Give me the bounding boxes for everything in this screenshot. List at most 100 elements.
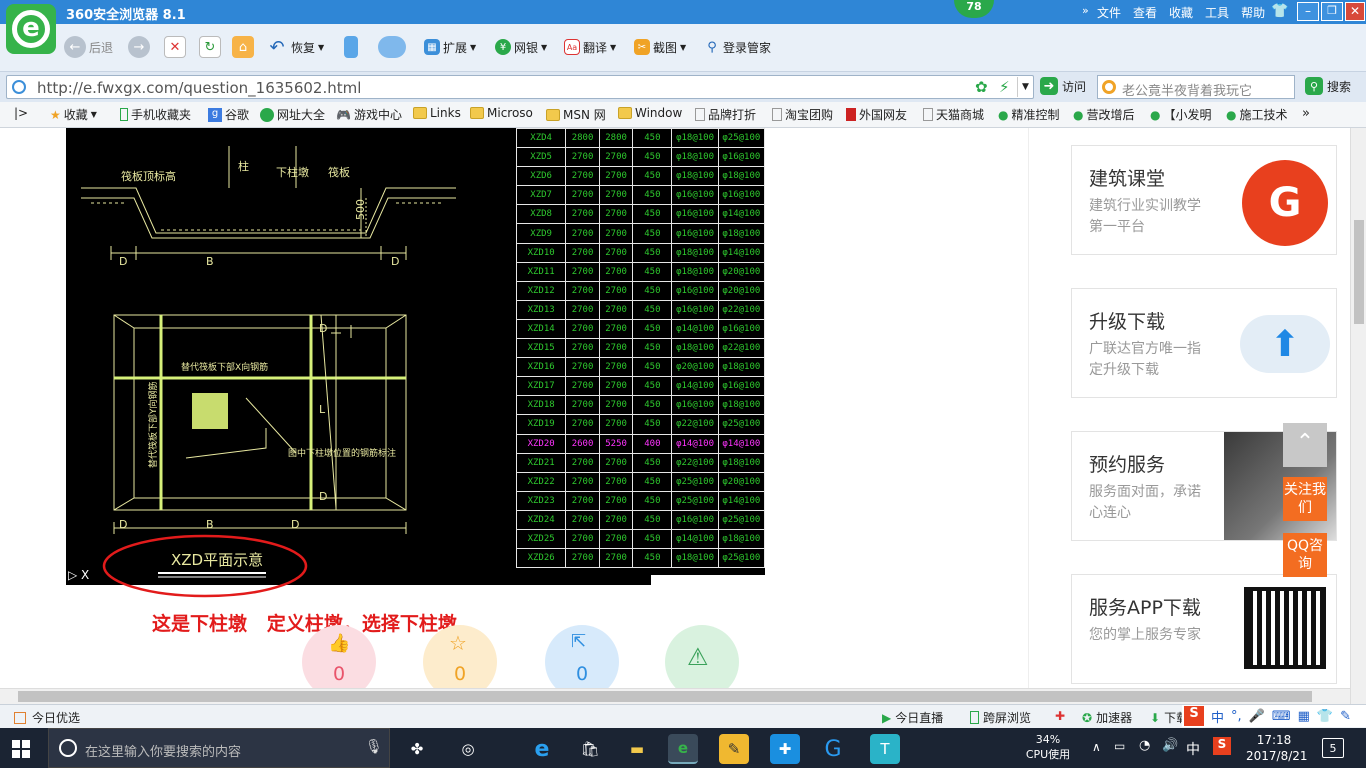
menu-help[interactable]: 帮助	[1241, 4, 1265, 21]
skin-icon[interactable]: 👕	[1271, 3, 1289, 19]
minimize-button[interactable]: –	[1297, 2, 1319, 21]
lightning-icon[interactable]: ⚡	[999, 78, 1010, 96]
follow-us-button[interactable]: 关注我们	[1283, 477, 1327, 521]
fav-microsoft[interactable]: Microso	[470, 106, 533, 120]
taskbar-app-plus-icon[interactable]: ✚	[770, 734, 800, 764]
taskbar-store-icon[interactable]: 🛍	[575, 734, 605, 764]
fav-precise[interactable]: ● 精准控制	[998, 106, 1060, 123]
label-rebar-note: 图中下柱墩位置的钢筋标注	[288, 447, 396, 459]
report-button[interactable]: ⚠	[665, 625, 739, 688]
login-manager-button[interactable]: ⚲ 登录管家	[704, 32, 771, 62]
mic-icon[interactable]: 🎙	[365, 739, 383, 755]
card-app-download[interactable]: 服务APP下载 您的掌上服务专家	[1071, 574, 1337, 684]
taskbar-360browser-icon[interactable]: e	[668, 734, 698, 764]
taskbar-glodon-icon[interactable]: G	[818, 734, 848, 764]
fav-google[interactable]: g 谷歌	[208, 106, 249, 123]
back-button[interactable]: ← 后退	[64, 32, 113, 62]
keyboard-icon: ⌨	[1271, 708, 1291, 724]
wechat-icon: ●	[1073, 107, 1084, 122]
fav-sites[interactable]: 网址大全	[260, 106, 325, 123]
home-button[interactable]: ⌂	[232, 32, 254, 62]
refresh-button[interactable]: ↻	[199, 32, 221, 62]
fav-brand-sale[interactable]: 品牌打折	[695, 106, 756, 123]
tray-sogou-icon[interactable]: S	[1213, 737, 1231, 755]
vertical-scrollbar[interactable]	[1350, 128, 1366, 704]
fav-foreign[interactable]: 外国网友	[846, 106, 907, 123]
plus-circle-icon[interactable]: ✚	[1055, 709, 1065, 723]
more-favorites-icon[interactable]: »	[1302, 106, 1310, 121]
phone-button[interactable]	[344, 32, 358, 62]
fav-construction[interactable]: ● 施工技术	[1226, 106, 1288, 123]
fav-vat[interactable]: ● 营改增后	[1073, 106, 1135, 123]
favorite-button[interactable]: ☆ 0	[423, 625, 497, 688]
qq-consult-button[interactable]: QQ咨询	[1283, 533, 1327, 577]
bank-button[interactable]: ¥ 网银 ▼	[495, 32, 547, 62]
fav-taobao[interactable]: 淘宝团购	[772, 106, 833, 123]
ime-toolbar[interactable]: S 中 °, 🎤 ⌨ ▦ 👕 ✎	[1182, 705, 1366, 727]
menu-expand-icon[interactable]: »	[1082, 4, 1089, 17]
taskbar-explorer-icon[interactable]: ▬	[622, 734, 652, 764]
screenshot-button[interactable]: ✂ 截图 ▼	[634, 32, 686, 62]
security-badge[interactable]: 78	[954, 0, 994, 18]
menu-view[interactable]: 查看	[1133, 4, 1157, 21]
tray-ime[interactable]: 中	[1186, 739, 1200, 759]
table-cell: XZD26	[515, 548, 567, 569]
menu-favorites[interactable]: 收藏	[1169, 4, 1193, 21]
cpu-usage[interactable]: 34% CPU使用	[1020, 732, 1076, 762]
wifi-icon[interactable]: ◔	[1139, 738, 1150, 753]
restore-button[interactable]: ❐	[1321, 2, 1343, 21]
apps-icon: ▦	[1297, 708, 1310, 724]
back-to-top-button[interactable]: ⌃	[1283, 423, 1327, 467]
menu-file[interactable]: 文件	[1097, 4, 1121, 21]
taskbar-notepad-icon[interactable]: ✎	[719, 734, 749, 764]
horizontal-scroll-thumb[interactable]	[18, 691, 1312, 702]
card-architecture-class[interactable]: 建筑课堂 建筑行业实训教学第一平台 G	[1071, 145, 1337, 255]
restore-tab-button[interactable]: ↶ 恢复 ▼	[266, 32, 324, 62]
sidebar-toggle-icon[interactable]: |>	[14, 106, 28, 120]
close-button[interactable]: ✕	[1345, 2, 1365, 21]
taskbar-app-t-icon[interactable]: T	[870, 734, 900, 764]
share-button[interactable]: ⇱ 0	[545, 625, 619, 688]
start-button[interactable]	[12, 740, 30, 758]
translate-button[interactable]: Aa 翻译 ▼	[564, 32, 616, 62]
url-field[interactable]: http://e.fwxgx.com/question_1635602.html…	[6, 75, 1034, 99]
url-text[interactable]: http://e.fwxgx.com/question_1635602.html	[37, 79, 361, 97]
browser-logo-icon[interactable]: e	[6, 4, 56, 54]
horizontal-scrollbar[interactable]	[0, 688, 1350, 704]
forward-button[interactable]: →	[128, 32, 150, 62]
cloud-button[interactable]	[378, 32, 406, 62]
accelerator[interactable]: ✪ 加速器	[1082, 709, 1132, 726]
menu-tools[interactable]: 工具	[1205, 4, 1229, 21]
vertical-scroll-thumb[interactable]	[1354, 220, 1364, 324]
fav-links[interactable]: Links	[413, 106, 461, 120]
taskbar-edge-icon[interactable]: e	[527, 734, 557, 764]
search-button[interactable]: ⚲ 搜索	[1305, 77, 1351, 95]
today-live[interactable]: ▶ 今日直播	[882, 709, 943, 726]
tray-expand-icon[interactable]: ∧	[1092, 740, 1101, 754]
stop-button[interactable]: ✕	[164, 32, 186, 62]
today-picks[interactable]: 今日优选	[14, 709, 80, 726]
volume-icon[interactable]: 🔊	[1162, 738, 1178, 753]
taskbar-search-box[interactable]: 在这里输入你要搜索的内容 🎙	[48, 728, 390, 768]
cross-screen[interactable]: 跨屏浏览	[970, 709, 1031, 726]
fav-tmall[interactable]: 天猫商城	[923, 106, 984, 123]
fav-favorites[interactable]: ★ 收藏 ▼	[50, 106, 97, 123]
notification-center[interactable]: 5	[1322, 738, 1344, 758]
card-upgrade-download[interactable]: 升级下载 广联达官方唯一指定升级下载 ⬆	[1071, 288, 1337, 398]
clock[interactable]: 17:18 2017/8/21	[1246, 732, 1308, 764]
fav-msn[interactable]: MSN 网	[546, 106, 606, 123]
go-button[interactable]: ➜ 访问	[1040, 77, 1086, 95]
fav-windows[interactable]: Window	[618, 106, 682, 120]
battery-icon[interactable]: ▭	[1114, 739, 1125, 753]
taskbar-app-360-icon[interactable]: ◎	[453, 734, 483, 764]
extend-button[interactable]: ▦ 扩展 ▼	[424, 32, 476, 62]
label-column: 柱	[238, 159, 249, 173]
fav-invention[interactable]: ● 【小发明	[1150, 106, 1212, 123]
cad-drawing-image[interactable]: 筏板顶标高 柱 下柱墩 筏板 D B D 500 替代筏板下部X向钢筋 替代筏板…	[66, 128, 765, 585]
fav-games[interactable]: 🎮 游戏中心	[336, 106, 402, 123]
fav-mobile[interactable]: 手机收藏夹	[120, 106, 191, 123]
taskbar-app-pinwheel-icon[interactable]: ✤	[402, 734, 432, 764]
search-field[interactable]: 老公竟半夜背着我玩它	[1097, 75, 1295, 99]
speed-icon[interactable]: ✿	[975, 78, 988, 96]
url-dropdown-icon[interactable]: ▼	[1017, 77, 1033, 97]
